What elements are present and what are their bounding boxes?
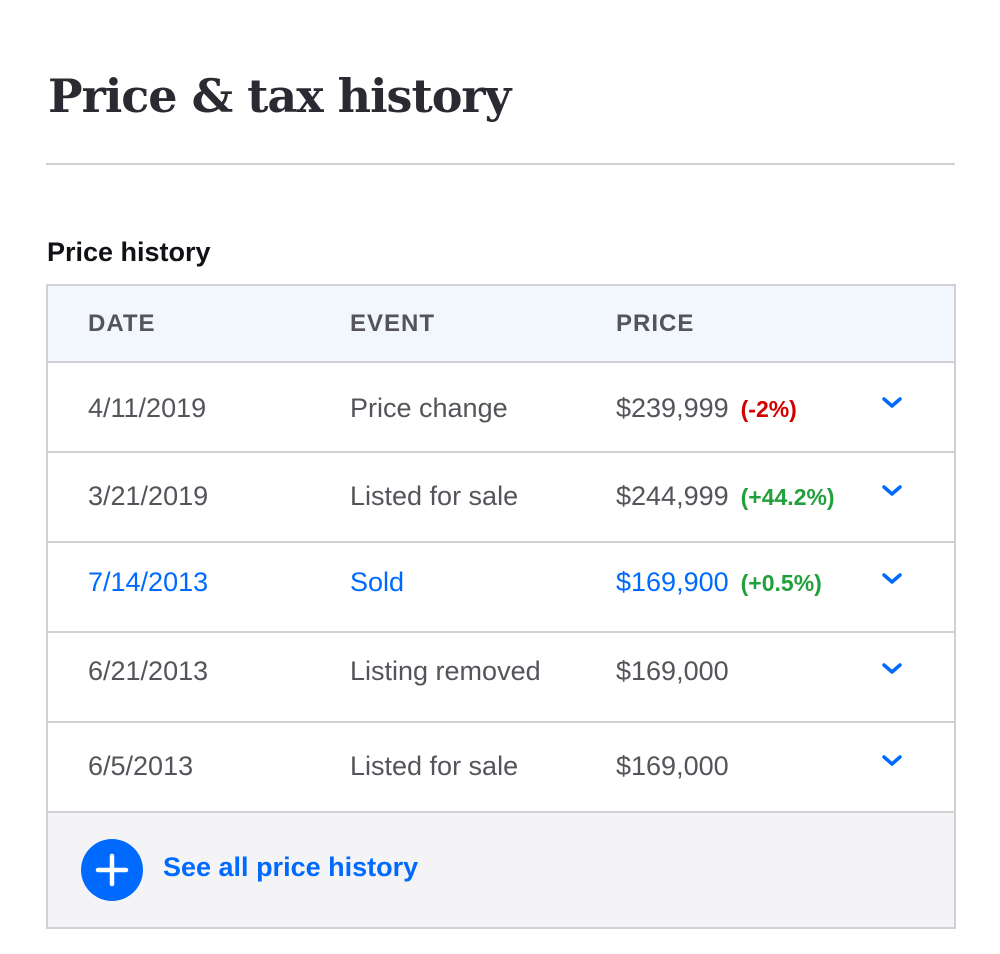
row-price: $169,000 — [616, 656, 729, 686]
plus-icon — [95, 853, 129, 887]
chevron-down-icon[interactable] — [878, 393, 906, 413]
column-header-price: PRICE — [616, 310, 695, 337]
row-event[interactable]: Sold — [350, 566, 404, 598]
row-price: $169,000 — [616, 751, 729, 781]
row-date: 4/11/2019 — [88, 393, 207, 423]
table-row[interactable]: 3/21/2019 Listed for sale $244,999 (+44.2… — [48, 453, 954, 543]
see-all-button[interactable] — [81, 839, 143, 901]
row-price: $244,999 — [616, 481, 729, 511]
column-header-event: EVENT — [350, 310, 436, 337]
row-price-cell: $169,000 — [616, 655, 729, 687]
row-date[interactable]: 7/14/2013 — [88, 566, 208, 598]
see-all-price-history-link[interactable]: See all price history — [163, 851, 418, 883]
row-price: $239,999 — [616, 393, 729, 423]
table-row[interactable]: 4/11/2019 Price change $239,999 (-2%) — [48, 363, 954, 453]
row-price[interactable]: $169,900 — [616, 567, 729, 597]
row-price-cell: $169,000 — [616, 750, 729, 782]
row-event: Listed for sale — [350, 481, 519, 511]
column-header-date: DATE — [88, 310, 156, 337]
price-history-heading: Price history — [47, 237, 211, 267]
row-date: 6/21/2013 — [88, 656, 209, 686]
row-date: 3/21/2019 — [88, 481, 209, 511]
row-price-change: (+44.2%) — [740, 484, 835, 510]
chevron-down-icon[interactable] — [878, 569, 906, 589]
row-date: 6/5/2013 — [88, 751, 194, 781]
chevron-down-icon[interactable] — [878, 751, 906, 771]
table-row[interactable]: 7/14/2013 Sold $169,900 (+0.5%) — [48, 543, 954, 633]
chevron-down-icon[interactable] — [878, 659, 906, 679]
row-price-cell: $169,900 (+0.5%) — [616, 566, 822, 599]
row-price-change: (-2%) — [740, 396, 797, 422]
row-event: Price change — [350, 393, 508, 423]
row-event: Listing removed — [350, 656, 541, 686]
table-row[interactable]: 6/5/2013 Listed for sale $169,000 — [48, 723, 954, 813]
table-header: DATE EVENT PRICE — [48, 286, 954, 363]
row-price-cell: $244,999 (+44.2%) — [616, 480, 835, 513]
table-row[interactable]: 6/21/2013 Listing removed $169,000 — [48, 633, 954, 723]
row-event: Listed for sale — [350, 751, 519, 781]
chevron-down-icon[interactable] — [878, 481, 906, 501]
title-divider — [46, 163, 955, 165]
row-price-change: (+0.5%) — [740, 570, 822, 596]
page-title: Price & tax history — [48, 69, 511, 123]
row-price-cell: $239,999 (-2%) — [616, 392, 797, 425]
price-history-table: DATE EVENT PRICE 4/11/2019 Price change … — [46, 284, 956, 929]
see-all-footer: See all price history — [48, 813, 954, 927]
